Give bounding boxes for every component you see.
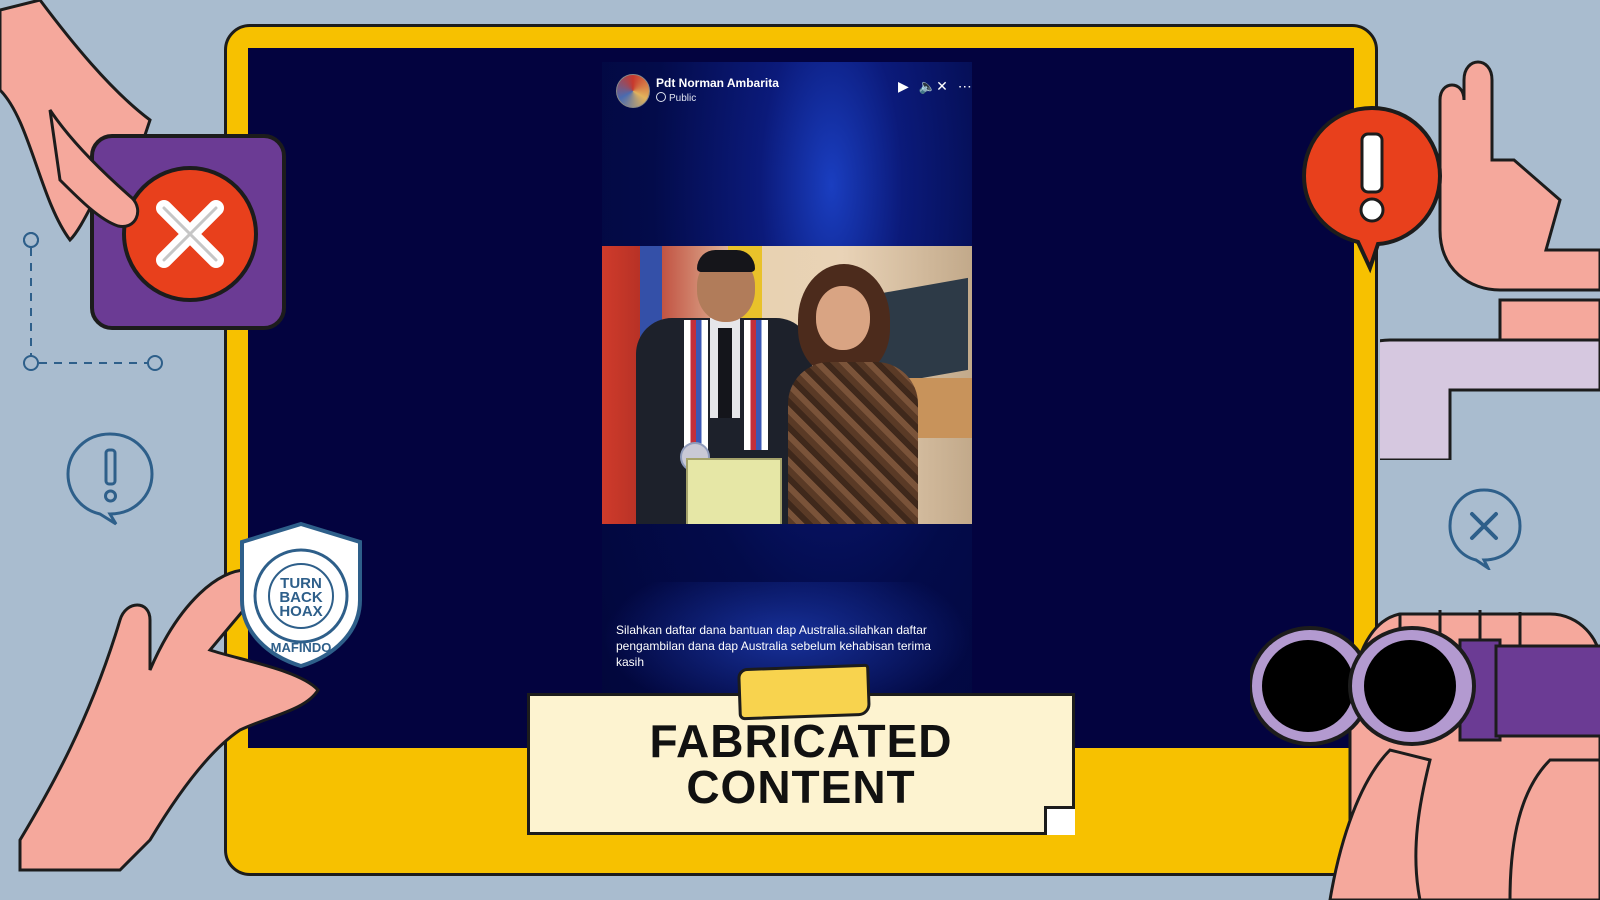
- globe-icon: [656, 92, 666, 102]
- thumb-overlay: [48, 109, 140, 228]
- exclamation-bubble-icon: [66, 432, 154, 526]
- video-controls: ▶ 🔈✕ ⋯: [892, 78, 972, 95]
- audience-label: Public: [669, 93, 697, 104]
- woman-face: [816, 286, 870, 350]
- banner-fold-corner: [1044, 806, 1075, 835]
- post-author[interactable]: Pdt Norman Ambarita: [656, 76, 779, 90]
- logo-center-line-3: HOAX: [279, 603, 322, 620]
- verdict-line-1: FABRICATED: [649, 715, 953, 767]
- volume-mute-icon[interactable]: 🔈✕: [919, 78, 948, 94]
- logo-bottom-text: MAFINDO: [271, 640, 332, 655]
- avatar[interactable]: [616, 74, 650, 108]
- post-caption: Silahkan daftar dana bantuan dap Austral…: [616, 623, 931, 669]
- certificate: [686, 458, 782, 524]
- post-audience: Public: [656, 92, 696, 104]
- play-icon[interactable]: ▶: [898, 78, 909, 94]
- man-tie: [718, 328, 732, 418]
- tape-strip: [737, 663, 871, 721]
- social-post: Pdt Norman Ambarita Public ▶ 🔈✕ ⋯ Silahk…: [602, 62, 972, 748]
- woman-body: [788, 362, 918, 524]
- verdict-label: FABRICATED CONTENT: [649, 718, 952, 810]
- alert-exclamation-badge: [1301, 105, 1443, 274]
- x-bubble-icon: [1448, 488, 1522, 570]
- graduation-stole-right: [744, 320, 768, 450]
- more-options-icon[interactable]: ⋯: [958, 78, 972, 94]
- man-hair: [697, 250, 755, 272]
- binoculars-hands-illustration: [1250, 610, 1600, 900]
- verdict-line-2: CONTENT: [686, 761, 916, 813]
- mafindo-logo: TURN BACK HOAX MAFINDO: [240, 521, 362, 669]
- graduation-stole-left: [684, 320, 708, 450]
- post-photo: [602, 246, 972, 524]
